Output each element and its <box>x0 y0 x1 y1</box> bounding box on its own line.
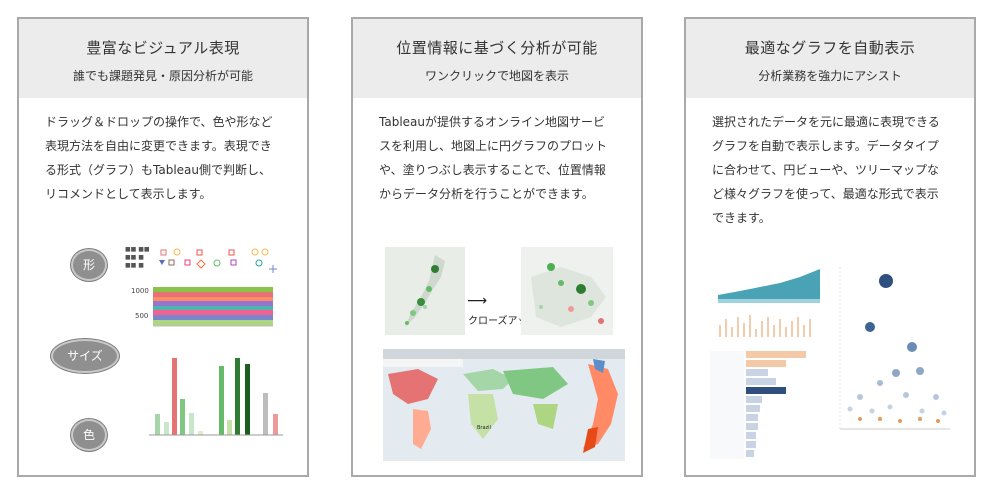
card-description: 選択されたデータを元に最適に表現できるグラフを自動で表示します。データタイプに合… <box>712 115 940 225</box>
card-header: 最適なグラフを自動表示 分析業務を強力にアシスト <box>686 19 974 98</box>
world-choropleth-map: Brazil <box>383 349 625 461</box>
card-title: 豊富なビジュアル表現 <box>86 39 240 57</box>
arrow-icon: ⟶ <box>467 293 488 309</box>
card-description: Tableauが提供するオンライン地図サービスを利用し、地図上に円グラフのプロッ… <box>379 115 608 201</box>
axis-tick-1000: 1000 <box>131 287 149 295</box>
svg-text:Brazil: Brazil <box>477 425 491 431</box>
map-analysis-figure: ⟶ クローズアップ Brazil <box>367 247 627 462</box>
card-title: 最適なグラフを自動表示 <box>744 39 916 57</box>
auto-chart-samples <box>710 267 950 459</box>
card-header: 豊富なビジュアル表現 誰でも課題発見・原因分析が可能 <box>19 19 307 98</box>
feature-card-auto-chart: 最適なグラフを自動表示 分析業務を強力にアシスト 選択されたデータを元に最適に表… <box>684 17 976 477</box>
shape-markers <box>159 248 277 273</box>
svg-text:■■ ■: ■■ ■ <box>125 254 144 261</box>
japan-closeup-map <box>521 247 613 335</box>
card-subtitle: 誰でも課題発見・原因分析が可能 <box>72 69 253 83</box>
visual-sample-chart: ■■ ■■ ■■ ■ ■■ ■ 1000 500 <box>125 246 283 436</box>
feature-card-visual: 豊富なビジュアル表現 誰でも課題発見・原因分析が可能 ドラッグ＆ドロップの操作で… <box>17 17 309 477</box>
axis-tick-500: 500 <box>135 312 148 320</box>
japan-overview-map <box>385 247 465 335</box>
bubble-chart <box>839 267 950 430</box>
card-title: 位置情報に基づく分析が可能 <box>396 39 598 57</box>
card-header: 位置情報に基づく分析が可能 ワンクリックで地図を表示 <box>353 19 641 98</box>
visual-expression-figure: 形 サイズ 色 ■■ ■■ ■■ ■ ■■ ■ 1000 500 <box>33 241 293 451</box>
card-subtitle: ワンクリックで地図を表示 <box>424 69 569 83</box>
horizontal-bars <box>710 351 806 459</box>
svg-text:■■ ■: ■■ ■ <box>125 262 144 269</box>
card-subtitle: 分析業務を強力にアシスト <box>758 69 902 83</box>
feature-card-map: 位置情報に基づく分析が可能 ワンクリックで地図を表示 Tableauが提供するオ… <box>351 17 643 477</box>
stacked-band-chart: 1000 500 <box>131 287 273 327</box>
card-description: ドラッグ＆ドロップの操作で、色や形など表現方法を自由に変更できます。表現できる形… <box>45 115 273 201</box>
auto-chart-figure <box>700 247 960 462</box>
svg-text:■■ ■■: ■■ ■■ <box>125 246 150 253</box>
color-bar-chart <box>149 358 283 436</box>
